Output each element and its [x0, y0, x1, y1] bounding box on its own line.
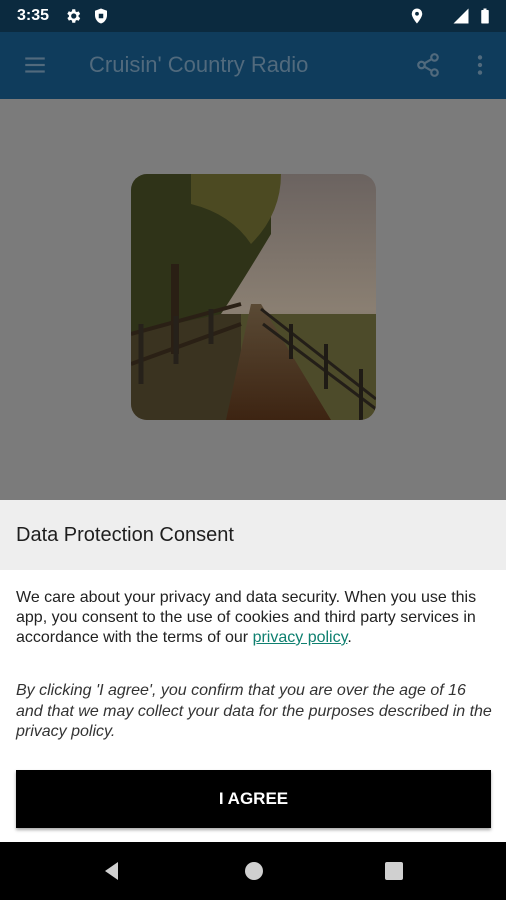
consent-title: Data Protection Consent [16, 524, 234, 546]
consent-body: We care about your privacy and data secu… [16, 588, 492, 648]
agree-button[interactable]: I AGREE [16, 770, 491, 828]
share-icon[interactable] [415, 52, 441, 78]
consent-body-text: We care about your privacy and data secu… [16, 589, 477, 646]
battery-icon [481, 8, 489, 24]
menu-icon[interactable] [22, 52, 48, 78]
status-time: 3:35 [17, 7, 50, 24]
location-icon [411, 8, 423, 24]
navigation-bar [0, 842, 506, 900]
consent-note: By clicking 'I agree', you confirm that … [16, 682, 492, 740]
signal-icon [453, 8, 469, 24]
app-title: Cruisin' Country Radio [89, 52, 309, 77]
consent-header: Data Protection Consent [0, 500, 506, 570]
gear-icon [67, 9, 81, 23]
shield-icon [95, 8, 107, 24]
privacy-policy-link[interactable]: privacy policy [253, 629, 348, 646]
artwork-image [131, 174, 376, 420]
app-screen: 3:35 Cruisin' Country Radio Data Protect… [0, 0, 506, 842]
home-icon[interactable] [242, 859, 266, 883]
recents-icon[interactable] [382, 859, 406, 883]
station-artwork [131, 174, 376, 420]
back-icon[interactable] [100, 859, 124, 883]
consent-body-end: . [347, 629, 352, 646]
consent-dialog: Data Protection Consent We care about yo… [0, 500, 506, 842]
status-bar: 3:35 [0, 0, 506, 32]
app-toolbar: Cruisin' Country Radio [0, 32, 506, 99]
player-content [0, 99, 506, 500]
more-vert-icon[interactable] [467, 52, 493, 78]
